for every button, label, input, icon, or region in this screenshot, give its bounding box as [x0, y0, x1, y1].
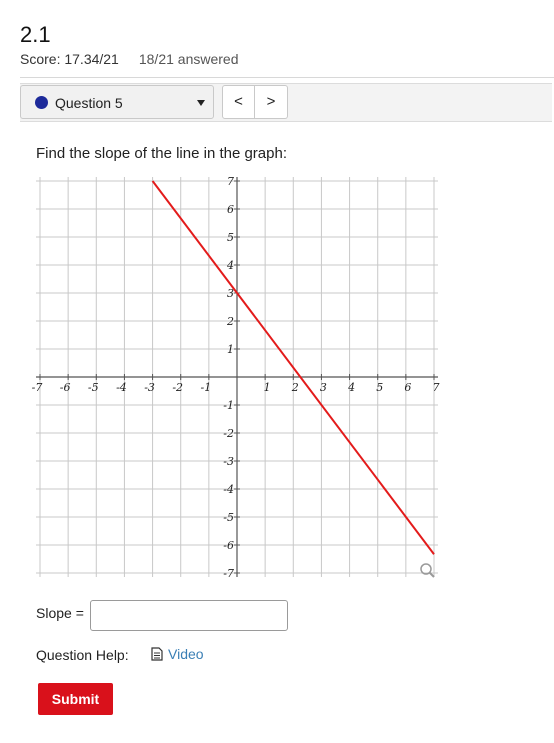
- x-tick-label: -7: [32, 381, 43, 394]
- y-tick-label: 2: [226, 315, 234, 328]
- question-navigation-bar: Question 5 < >: [20, 83, 552, 122]
- y-tick-label: -1: [223, 399, 234, 412]
- video-link-label: Video: [168, 646, 204, 662]
- question-status-dot: [35, 96, 48, 109]
- x-tick-label: -1: [200, 381, 211, 394]
- document-icon: [151, 647, 163, 661]
- page-title: 2.1: [20, 22, 51, 47]
- x-tick-label: 6: [404, 381, 411, 394]
- y-tick-label: 5: [227, 231, 234, 244]
- y-tick-label: 4: [226, 259, 234, 272]
- next-question-button[interactable]: >: [255, 85, 288, 119]
- answered-count: 18/21 answered: [138, 51, 239, 67]
- x-tick-label: 4: [347, 381, 355, 394]
- y-tick-label: -2: [223, 427, 234, 440]
- x-tick-label: 3: [320, 381, 327, 394]
- divider: [20, 77, 554, 78]
- y-tick-label: -5: [223, 511, 234, 524]
- question-help-label: Question Help:: [36, 647, 129, 663]
- score-text: Score: 17.34/21: [20, 51, 119, 67]
- x-tick-label: 2: [291, 381, 299, 394]
- x-tick-label: -6: [60, 381, 71, 394]
- y-tick-label: 1: [227, 343, 234, 356]
- y-tick-label: -4: [223, 483, 234, 496]
- previous-question-button[interactable]: <: [222, 85, 255, 119]
- y-tick-label: 6: [227, 203, 234, 216]
- x-tick-label: -5: [88, 381, 99, 394]
- submit-button[interactable]: Submit: [38, 683, 113, 715]
- x-tick-label: 5: [376, 381, 383, 394]
- y-tick-label: -3: [223, 455, 234, 468]
- score-summary: Score: 17.34/21 18/21 answered: [20, 51, 239, 67]
- question-select-label: Question 5: [55, 95, 123, 111]
- video-link[interactable]: Video: [151, 646, 204, 662]
- y-tick-label: -7: [223, 567, 234, 580]
- x-tick-label: 7: [433, 381, 440, 394]
- x-tick-label: -4: [116, 381, 127, 394]
- y-tick-label: -6: [223, 539, 234, 552]
- question-select[interactable]: Question 5: [20, 85, 214, 119]
- x-tick-label: -3: [144, 381, 155, 394]
- graph: -7 -6 -5 -4 -3 -2 -1 1 2 3 4 5 6 77654321-1-2-3-4-5-6…: [32, 175, 440, 580]
- slope-label: Slope =: [36, 605, 84, 621]
- x-tick-label: 1: [264, 381, 271, 394]
- x-tick-label: -2: [172, 381, 183, 394]
- question-prompt: Find the slope of the line in the graph:: [36, 145, 288, 162]
- caret-down-icon: [197, 100, 205, 106]
- magnifier-icon[interactable]: [420, 563, 435, 578]
- y-tick-label: 7: [227, 175, 234, 188]
- slope-input[interactable]: [90, 600, 288, 631]
